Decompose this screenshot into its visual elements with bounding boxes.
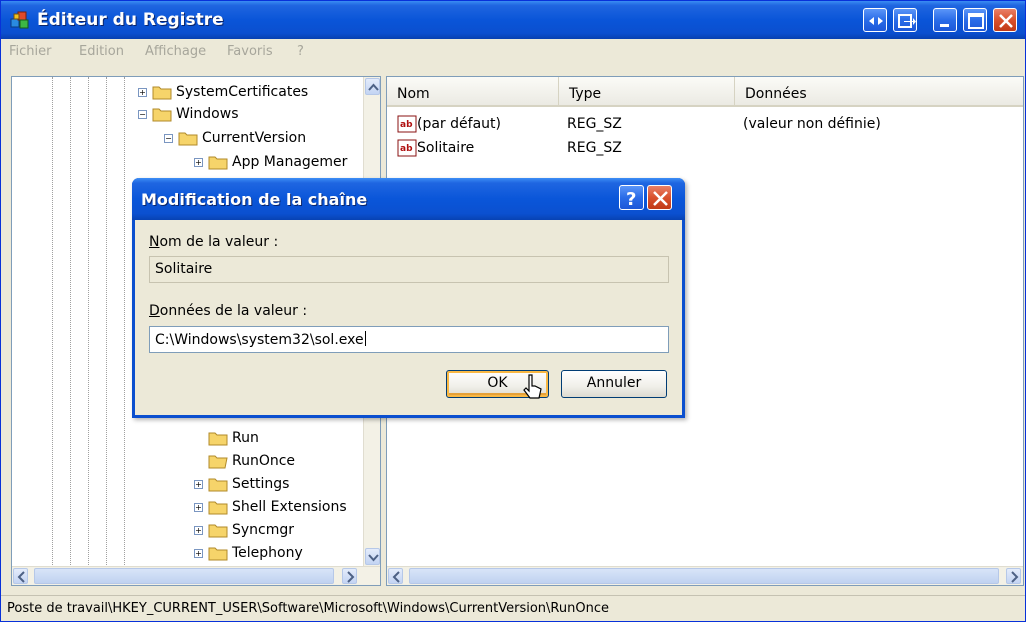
registry-cubes-icon xyxy=(10,11,29,29)
dialog-close-button[interactable] xyxy=(647,185,672,210)
folder-open-icon xyxy=(152,108,172,122)
maximize-icon xyxy=(968,13,984,29)
folder-icon xyxy=(208,156,228,170)
help-button[interactable]: ? xyxy=(619,185,644,210)
list-horizontal-scrollbar[interactable] xyxy=(387,566,1023,585)
column-header-nom[interactable]: Nom xyxy=(387,77,559,107)
folder-icon xyxy=(208,501,228,515)
close-icon xyxy=(999,14,1013,28)
value-name-label: Nom de la valeur : xyxy=(149,234,279,250)
exit-arrow-icon xyxy=(898,14,916,28)
svg-text:?: ? xyxy=(626,189,636,210)
tree-guide-line xyxy=(52,77,53,567)
maximize-button[interactable] xyxy=(963,8,987,32)
exit-button[interactable] xyxy=(893,8,917,32)
scroll-right-button[interactable] xyxy=(1006,568,1021,584)
menu-favoris[interactable]: Favoris xyxy=(227,44,273,59)
column-header-donnees[interactable]: Données xyxy=(735,77,1023,107)
mouse-pointer-icon xyxy=(523,374,542,399)
collapse-minus-icon[interactable]: − xyxy=(138,110,147,119)
folder-icon xyxy=(208,547,228,561)
chevron-left-icon xyxy=(392,571,400,583)
chevron-down-icon xyxy=(368,554,379,562)
folder-open-icon xyxy=(208,455,228,469)
status-bar: Poste de travail\HKEY_CURRENT_USER\Softw… xyxy=(1,595,1025,621)
arrows-left-right-icon xyxy=(869,17,883,25)
scroll-left-button[interactable] xyxy=(388,568,403,584)
folder-icon xyxy=(208,432,228,446)
menu-edition[interactable]: Edition xyxy=(79,44,124,59)
close-button[interactable] xyxy=(993,8,1017,32)
minimize-button[interactable] xyxy=(933,8,957,32)
tree-guide-line xyxy=(88,77,89,567)
tree-guide-line xyxy=(124,77,125,567)
window-title: Éditeur du Registre xyxy=(37,10,224,30)
status-path: Poste de travail\HKEY_CURRENT_USER\Softw… xyxy=(7,601,609,616)
close-icon xyxy=(653,191,668,206)
value-name-field[interactable]: Solitaire xyxy=(149,256,669,283)
menu-affichage[interactable]: Affichage xyxy=(145,44,206,59)
menu-help[interactable]: ? xyxy=(297,44,304,59)
tree-horizontal-scrollbar[interactable] xyxy=(12,566,380,585)
tree-guide-line xyxy=(70,77,71,567)
folder-icon xyxy=(208,524,228,538)
folder-open-icon xyxy=(178,132,198,146)
string-value-icon: ab xyxy=(397,115,417,133)
folder-icon xyxy=(152,86,172,100)
collapse-minus-icon[interactable]: − xyxy=(164,134,173,143)
dialog-title-bar[interactable]: Modification de la chaîne ? xyxy=(132,178,685,220)
expand-plus-icon[interactable]: + xyxy=(194,526,203,535)
minimize-icon xyxy=(940,24,949,27)
title-bar[interactable]: Éditeur du Registre xyxy=(1,1,1025,39)
column-header-type[interactable]: Type xyxy=(559,77,735,107)
scroll-down-button[interactable] xyxy=(365,548,380,565)
expand-plus-icon[interactable]: + xyxy=(194,503,203,512)
tree-guide-line xyxy=(106,77,107,567)
chevron-left-icon xyxy=(17,571,25,583)
menu-bar: Fichier Edition Affichage Favoris ? xyxy=(1,39,1025,65)
scroll-left-button[interactable] xyxy=(13,568,28,584)
table-row[interactable]: ab Solitaire REG_SZ xyxy=(387,137,1023,159)
expand-plus-icon[interactable]: + xyxy=(194,549,203,558)
chevron-right-icon xyxy=(347,571,355,583)
table-row[interactable]: ab (par défaut) REG_SZ (valeur non défin… xyxy=(387,113,1023,135)
folder-icon xyxy=(208,478,228,492)
scroll-right-button[interactable] xyxy=(342,568,357,584)
scroll-thumb[interactable] xyxy=(409,568,999,584)
chevron-right-icon xyxy=(1011,571,1019,583)
scroll-thumb[interactable] xyxy=(34,568,334,584)
expand-plus-icon[interactable]: + xyxy=(138,88,147,97)
scroll-tabs-button[interactable] xyxy=(863,8,887,32)
edit-string-dialog: Modification de la chaîne ? Nom de la va… xyxy=(132,178,685,418)
expand-plus-icon[interactable]: + xyxy=(194,480,203,489)
dialog-title: Modification de la chaîne xyxy=(141,190,368,209)
text-caret xyxy=(364,331,366,346)
cancel-button[interactable]: Annuler xyxy=(561,370,667,398)
chevron-up-icon xyxy=(368,83,379,91)
scroll-up-button[interactable] xyxy=(365,78,380,95)
svg-text:ab: ab xyxy=(400,144,413,154)
value-data-input[interactable]: C:\Windows\system32\sol.exe xyxy=(149,326,669,353)
menu-fichier[interactable]: Fichier xyxy=(9,44,52,59)
value-data-label: Données de la valeur : xyxy=(149,303,308,319)
expand-plus-icon[interactable]: + xyxy=(194,158,203,167)
string-value-icon: ab xyxy=(397,139,417,157)
svg-text:ab: ab xyxy=(400,120,413,130)
question-mark-icon: ? xyxy=(626,189,636,210)
